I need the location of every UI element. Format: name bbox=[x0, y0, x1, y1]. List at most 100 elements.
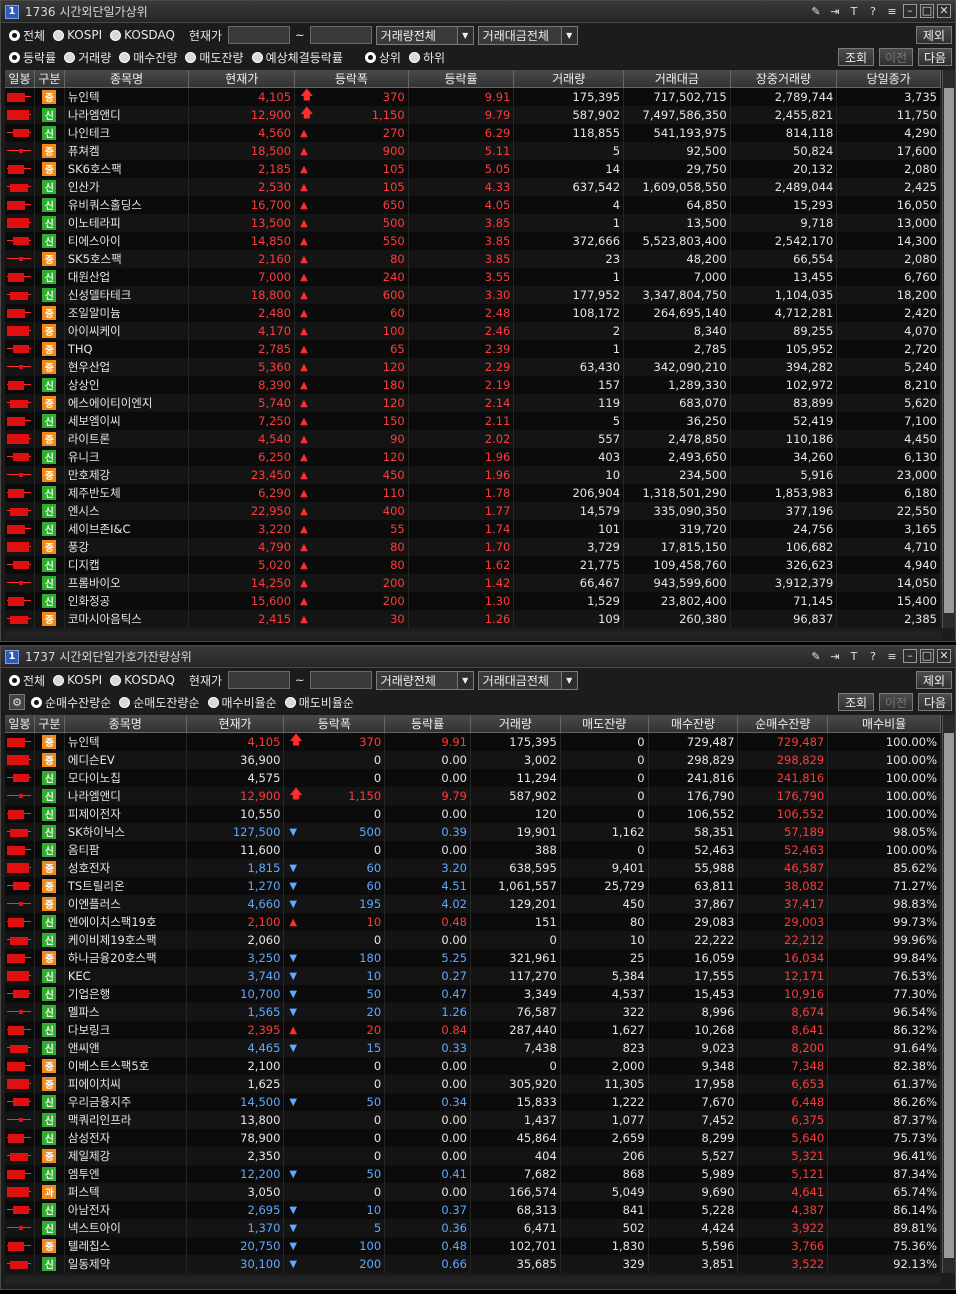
stock-name[interactable]: 디지캡 bbox=[68, 557, 100, 573]
stock-name[interactable]: 대원산업 bbox=[68, 269, 110, 285]
column-header[interactable]: 일봉 bbox=[5, 70, 35, 87]
vertical-scrollbar[interactable] bbox=[942, 715, 955, 1273]
stock-name[interactable]: 이노테라피 bbox=[68, 215, 121, 231]
column-header[interactable]: 거래량 bbox=[471, 715, 561, 732]
stock-name[interactable]: SK6호스팩 bbox=[68, 161, 122, 177]
stock-name[interactable]: 나라엠앤디 bbox=[68, 788, 121, 804]
table-row[interactable]: 신 아남전자 2,695 ▼ 10 0.37 68,313 841 5,228 4,387 86.1… bbox=[5, 1201, 941, 1219]
stock-name[interactable]: 피에이치씨 bbox=[68, 1076, 121, 1092]
close-icon[interactable]: ✕ bbox=[937, 648, 951, 663]
table-row[interactable]: 증 SK6호스팩 2,185 ▲ 105 5.05 14 29,750 20,132 2,080 bbox=[5, 160, 941, 178]
table-row[interactable]: 증 텔레칩스 20,750 ▼ 100 0.48 102,701 1,830 5,596 3,76… bbox=[5, 1237, 941, 1255]
stock-name[interactable]: 텔레칩스 bbox=[68, 1238, 110, 1254]
table-row[interactable]: 신 이노테라피 13,500 ▲ 500 3.85 1 13,500 9,718 13,000 bbox=[5, 214, 941, 232]
stock-name[interactable]: 옴티팜 bbox=[68, 842, 100, 858]
table-row[interactable]: 증 현우산업 5,360 ▲ 120 2.29 63,430 342,090,210 394,2… bbox=[5, 358, 941, 376]
stock-name[interactable]: 멜파스 bbox=[68, 1004, 100, 1020]
table-row[interactable]: 증 THQ 2,785 ▲ 65 2.39 1 2,785 105,952 2,720 bbox=[5, 340, 941, 358]
table-row[interactable]: 증 피에이치씨 1,625 0 0.00 305,920 11,305 17,958 6,653… bbox=[5, 1075, 941, 1093]
table-row[interactable]: 신 엔시스 22,950 ▲ 400 1.77 14,579 335,090,350 377,1… bbox=[5, 502, 941, 520]
stock-name[interactable]: 나인테크 bbox=[68, 125, 110, 141]
menu-icon[interactable]: ≡ bbox=[884, 4, 900, 20]
stock-name[interactable]: 뉴인텍 bbox=[68, 89, 100, 105]
stock-name[interactable]: TS트릴리온 bbox=[68, 878, 125, 894]
column-header[interactable]: 현재가 bbox=[189, 70, 296, 87]
price-max-input[interactable] bbox=[309, 671, 372, 689]
price-min-input[interactable] bbox=[228, 26, 291, 44]
table-row[interactable]: 과 퍼스텍 3,050 0 0.00 166,574 5,049 9,690 4,641 65.7… bbox=[5, 1183, 941, 1201]
column-header[interactable]: 등락률 bbox=[409, 70, 515, 87]
stock-name[interactable]: 케이비제19호스팩 bbox=[68, 932, 157, 948]
table-row[interactable]: 신 모다이노칩 4,575 0 0.00 11,294 0 241,816 241,816 100… bbox=[5, 769, 941, 787]
column-header[interactable]: 일봉 bbox=[5, 715, 35, 732]
font-icon[interactable]: T bbox=[846, 649, 862, 665]
sort-radio-ask[interactable]: 매도잔량 bbox=[185, 49, 244, 66]
stock-name[interactable]: 나라엠앤디 bbox=[68, 107, 121, 123]
stock-name[interactable]: 다보링크 bbox=[68, 1022, 110, 1038]
prev-button[interactable]: 이전 bbox=[879, 48, 913, 66]
font-icon[interactable]: T bbox=[846, 4, 862, 20]
table-row[interactable]: 신 SK하이닉스 127,500 ▼ 500 0.39 19,901 1,162 58,351 5… bbox=[5, 823, 941, 841]
maximize-icon[interactable]: □ bbox=[920, 648, 934, 663]
table-row[interactable]: 신 우리금융지주 14,500 ▼ 50 0.34 15,833 1,222 7,670 6,44… bbox=[5, 1093, 941, 1111]
column-header[interactable]: 구분 bbox=[35, 70, 65, 87]
stock-name[interactable]: 티에스아이 bbox=[68, 233, 121, 249]
stock-name[interactable]: 퓨쳐켐 bbox=[68, 143, 100, 159]
column-header[interactable]: 거래대금 bbox=[624, 70, 731, 87]
prev-button[interactable]: 이전 bbox=[879, 693, 913, 711]
stock-name[interactable]: 유니크 bbox=[68, 449, 100, 465]
column-header[interactable]: 매수비율 bbox=[828, 715, 942, 732]
next-button[interactable]: 다음 bbox=[918, 48, 952, 66]
column-header[interactable]: 종목명 bbox=[65, 715, 187, 732]
market-radio-all[interactable]: 전체 bbox=[9, 672, 45, 689]
table-row[interactable]: 증 성호전자 1,815 ▼ 60 3.20 638,595 9,401 55,988 46,58… bbox=[5, 859, 941, 877]
stock-name[interactable]: 이베스트스팩5호 bbox=[68, 1058, 149, 1074]
table-row[interactable]: 신 나라엠앤디 12,900 🡅 1,150 9.79 587,902 0 176,790 176… bbox=[5, 787, 941, 805]
stock-name[interactable]: 라이트론 bbox=[68, 431, 110, 447]
table-row[interactable]: 증 SK5호스팩 2,160 ▲ 80 3.85 23 48,200 66,554 2,080 bbox=[5, 250, 941, 268]
table-row[interactable]: 증 하나금융20호스팩 3,250 ▼ 180 5.25 321,961 25 16,059 16… bbox=[5, 949, 941, 967]
stock-name[interactable]: 이엔플러스 bbox=[68, 896, 121, 912]
exclude-button[interactable]: 제외 bbox=[915, 671, 952, 689]
table-row[interactable]: 신 일동제약 30,100 ▼ 200 0.66 35,685 329 3,851 3,522 92… bbox=[5, 1255, 941, 1273]
market-radio-kospi[interactable]: KOSPI bbox=[53, 28, 102, 42]
sort-radio-ask-ratio[interactable]: 매도비율순 bbox=[284, 694, 354, 711]
stock-name[interactable]: 풍강 bbox=[68, 539, 89, 555]
help-icon[interactable]: ? bbox=[865, 649, 881, 665]
stock-name[interactable]: KEC bbox=[68, 969, 91, 983]
minimize-icon[interactable]: – bbox=[903, 3, 917, 18]
stock-name[interactable]: 에디슨EV bbox=[68, 752, 115, 768]
sort-radio-bid-ratio[interactable]: 매수비율순 bbox=[207, 694, 277, 711]
table-row[interactable]: 신 넥스트아이 1,370 ▼ 5 0.36 6,471 502 4,424 3,922 89.81… bbox=[5, 1219, 941, 1237]
table-row[interactable]: 신 KEC 3,740 ▼ 10 0.27 117,270 5,384 17,555 12,171… bbox=[5, 967, 941, 985]
column-header[interactable]: 매도잔량 bbox=[561, 715, 649, 732]
horizontal-scrollbar[interactable] bbox=[5, 1276, 941, 1284]
table-row[interactable]: 신 맥쿼리인프라 13,800 0 0.00 1,437 1,077 7,452 6,375 87… bbox=[5, 1111, 941, 1129]
table-row[interactable]: 신 상상인 8,390 ▲ 180 2.19 157 1,289,330 102,972 8,21… bbox=[5, 376, 941, 394]
column-header[interactable]: 종목명 bbox=[65, 70, 190, 87]
table-row[interactable]: 신 옴티팜 11,600 0 0.00 388 0 52,463 52,463 100.00% bbox=[5, 841, 941, 859]
sort-radio-volume[interactable]: 거래량 bbox=[64, 49, 111, 66]
table-row[interactable]: 신 인화정공 15,600 ▲ 200 1.30 1,529 23,802,400 71,145… bbox=[5, 592, 941, 610]
table-row[interactable]: 신 제주반도체 6,290 ▲ 110 1.78 206,904 1,318,501,290 1… bbox=[5, 484, 941, 502]
table-row[interactable]: 신 앤씨앤 4,465 ▼ 15 0.33 7,438 823 9,023 8,200 91.64% bbox=[5, 1039, 941, 1057]
dir-radio-bottom[interactable]: 하위 bbox=[408, 49, 445, 66]
stock-name[interactable]: 모다이노칩 bbox=[68, 770, 121, 786]
stock-name[interactable]: 프롬바이오 bbox=[68, 575, 121, 591]
column-header[interactable]: 당일종가 bbox=[837, 70, 941, 87]
stock-name[interactable]: THQ bbox=[68, 342, 93, 356]
stock-name[interactable]: 코마시아음틱스 bbox=[68, 611, 142, 627]
stock-name[interactable]: 엔시스 bbox=[68, 503, 100, 519]
stock-name[interactable]: 제주반도체 bbox=[68, 485, 121, 501]
vertical-scrollbar[interactable] bbox=[942, 70, 955, 628]
table-row[interactable]: 신 유니크 6,250 ▲ 120 1.96 403 2,493,650 34,260 6,130 bbox=[5, 448, 941, 466]
table-row[interactable]: 신 디지캡 5,020 ▲ 80 1.62 21,775 109,458,760 326,623… bbox=[5, 556, 941, 574]
stock-name[interactable]: 현우산업 bbox=[68, 359, 110, 375]
table-row[interactable]: 신 엔에이치스팩19호 2,100 ▲ 10 0.48 151 80 29,083 29,003 9… bbox=[5, 913, 941, 931]
stock-name[interactable]: 제일제강 bbox=[68, 1148, 110, 1164]
settings-icon[interactable]: ⚙ bbox=[9, 694, 25, 710]
stock-name[interactable]: 우리금융지주 bbox=[68, 1094, 131, 1110]
sort-radio-expected[interactable]: 예상체결등락률 bbox=[251, 49, 343, 66]
column-header[interactable]: 등락률 bbox=[385, 715, 471, 732]
amount-select[interactable]: 거래대금전체 ▼ bbox=[477, 25, 578, 45]
